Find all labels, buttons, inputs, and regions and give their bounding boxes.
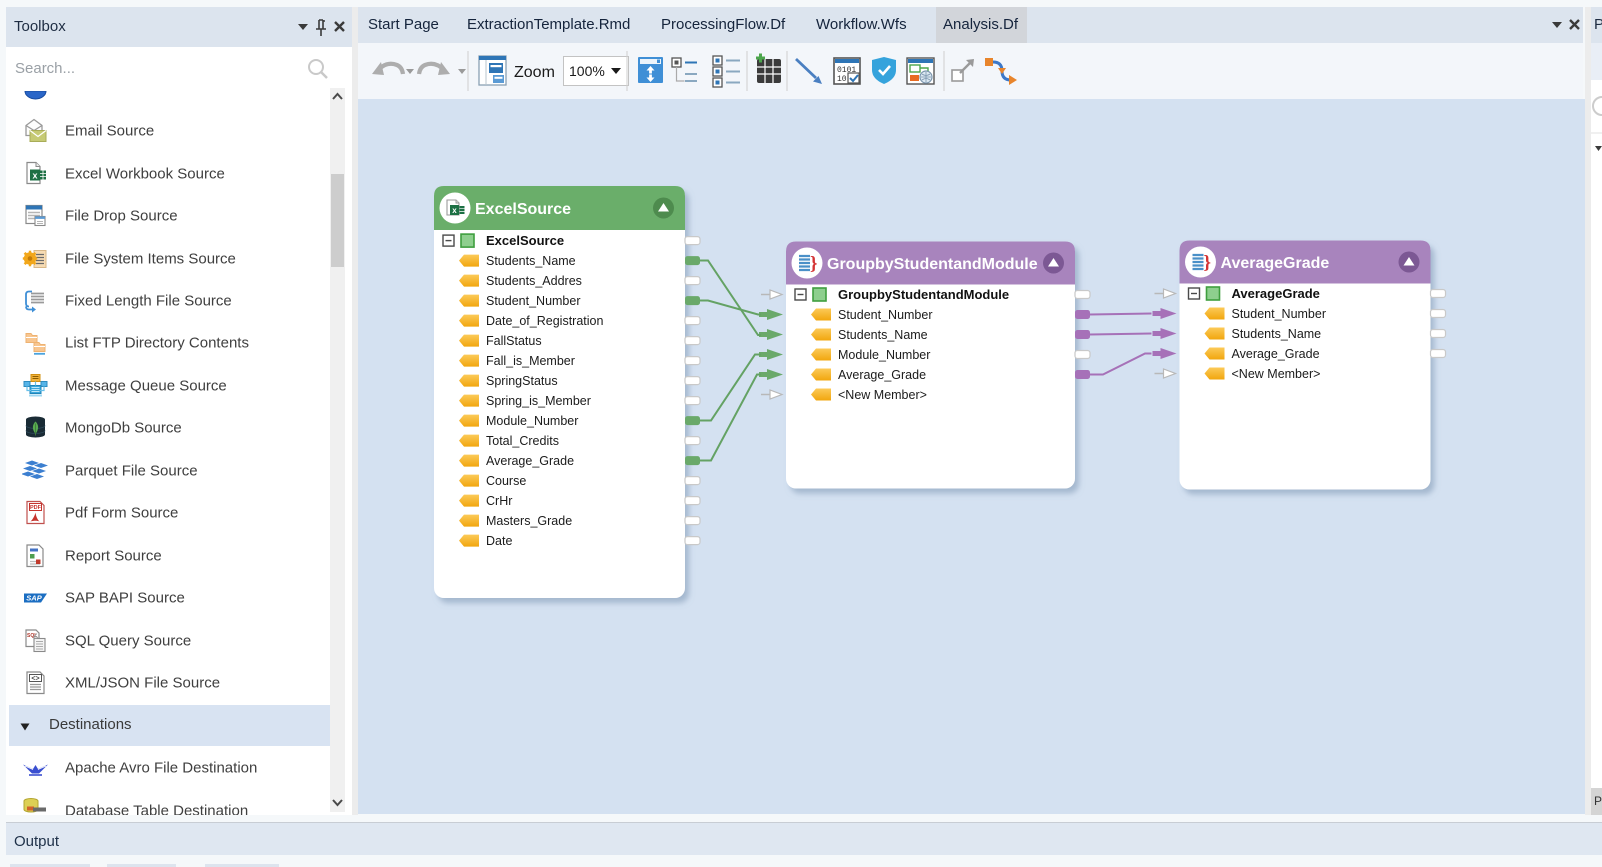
svg-text:GroupbyStudentandModule: GroupbyStudentandModule (827, 256, 1038, 273)
svg-text:Students_Name: Students_Name (838, 328, 928, 342)
svg-text:Masters_Grade: Masters_Grade (486, 514, 572, 528)
svg-text:10: 10 (837, 75, 847, 84)
svg-text:Student_Number: Student_Number (486, 294, 581, 308)
svg-text:Students_Name: Students_Name (486, 254, 576, 268)
svg-text:Average_Grade: Average_Grade (486, 454, 574, 468)
svg-text:SpringStatus: SpringStatus (486, 374, 558, 388)
svg-text:AverageGrade: AverageGrade (1221, 255, 1330, 272)
svg-text:Students_Addres: Students_Addres (486, 274, 582, 288)
svg-text:ExcelSource: ExcelSource (486, 233, 564, 248)
svg-text:Module_Number: Module_Number (486, 414, 578, 428)
svg-text:ExcelSource: ExcelSource (475, 201, 571, 218)
svg-text:Student_Number: Student_Number (1232, 307, 1327, 321)
svg-text:Module_Number: Module_Number (838, 348, 930, 362)
svg-text:x: x (32, 171, 37, 181)
svg-text:Students_Name: Students_Name (1232, 327, 1322, 341)
svg-text:<New Member>: <New Member> (1232, 367, 1321, 381)
svg-text:Spring_is_Member: Spring_is_Member (486, 394, 591, 408)
svg-text:}: } (1204, 253, 1212, 274)
svg-text:<>: <> (31, 675, 39, 682)
svg-text:Date: Date (486, 534, 512, 548)
svg-text:AverageGrade: AverageGrade (1232, 286, 1320, 301)
svg-text:100%: 100% (569, 63, 605, 79)
svg-text:CrHr: CrHr (486, 494, 512, 508)
svg-text:Date_of_Registration: Date_of_Registration (486, 314, 603, 328)
svg-text:Student_Number: Student_Number (838, 308, 933, 322)
svg-text:x: x (452, 206, 457, 215)
svg-text:Fall_is_Member: Fall_is_Member (486, 354, 575, 368)
svg-text:Average_Grade: Average_Grade (1232, 347, 1320, 361)
svg-text:}: } (810, 254, 818, 275)
svg-text:PDF: PDF (30, 505, 42, 511)
svg-text:Zoom: Zoom (514, 64, 555, 81)
svg-text:FallStatus: FallStatus (486, 334, 542, 348)
svg-text:Average_Grade: Average_Grade (838, 368, 926, 382)
svg-text:SAP: SAP (26, 594, 42, 603)
svg-text:Total_Credits: Total_Credits (486, 434, 559, 448)
svg-text:<New Member>: <New Member> (838, 388, 927, 402)
svg-text:Course: Course (486, 474, 526, 488)
svg-text:GroupbyStudentandModule: GroupbyStudentandModule (838, 287, 1009, 302)
